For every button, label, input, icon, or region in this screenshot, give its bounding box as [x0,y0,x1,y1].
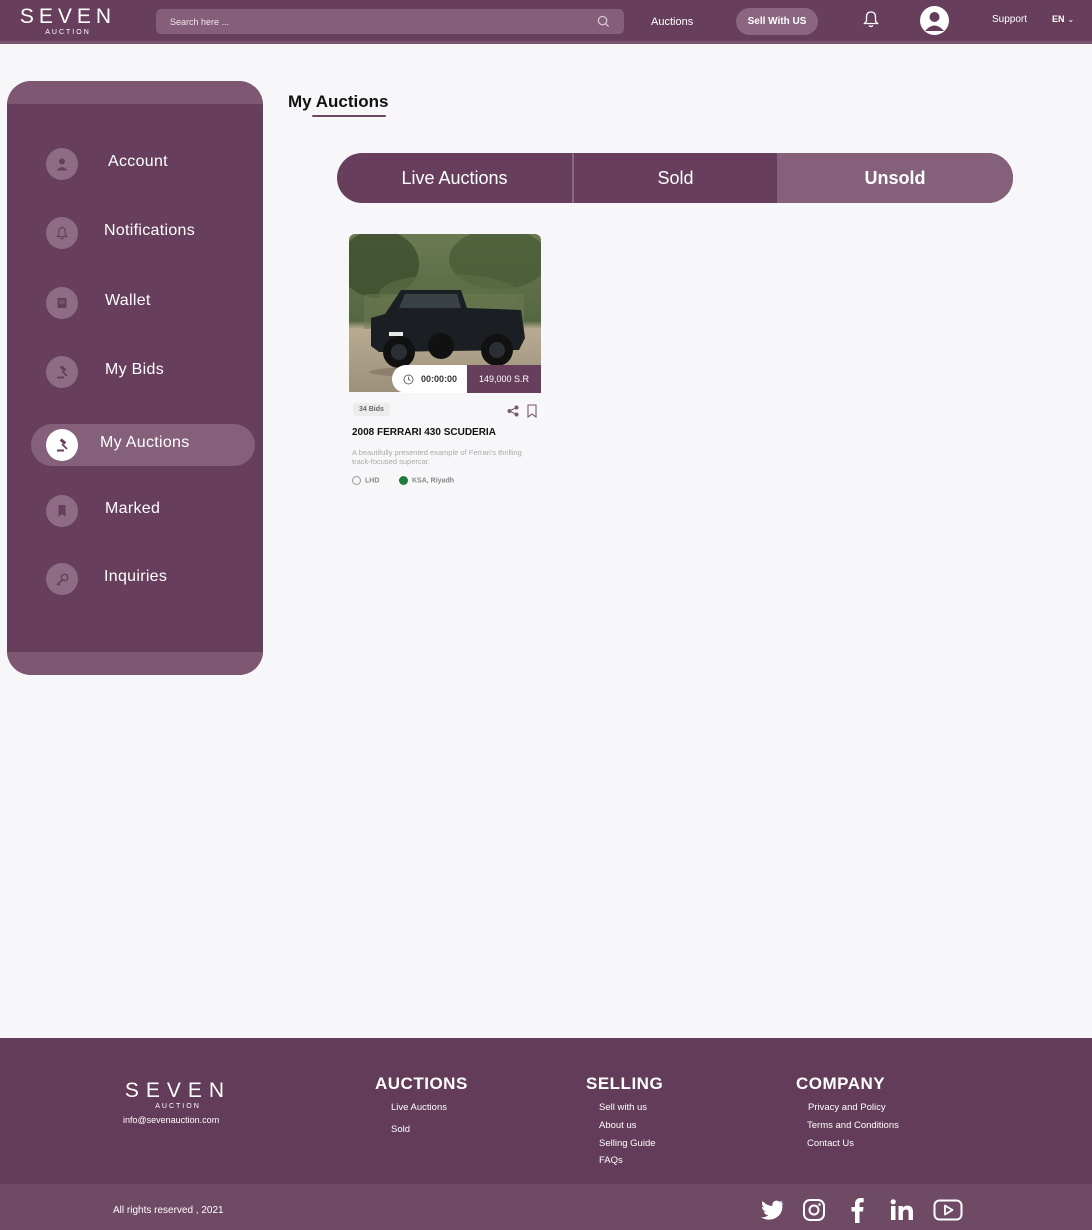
bookmark-icon[interactable] [527,404,537,418]
sidebar-item-label: My Bids [105,361,164,378]
clock-icon [403,374,414,385]
footer-heading-auctions: AUCTIONS [375,1074,468,1093]
user-icon [46,148,78,180]
footer-logo[interactable]: SEVEN AUCTION [123,1080,233,1112]
footer-heading-selling: SELLING [586,1074,664,1093]
youtube-icon[interactable] [932,1197,964,1223]
instagram-icon[interactable] [800,1197,828,1223]
language-label: EN [1052,14,1065,24]
footer-email[interactable]: info@sevenauction.com [123,1115,219,1125]
sidebar-item-account[interactable]: Account [31,143,255,185]
saudi-flag-icon [399,476,408,485]
search-input[interactable] [156,9,624,34]
notification-bell-icon[interactable] [862,10,880,29]
copyright-text: All rights reserved , 2021 [113,1205,224,1216]
sidebar-item-label: Inquiries [104,568,168,585]
footer-link-sold[interactable]: Sold [391,1124,410,1135]
sidebar-item-notifications[interactable]: Notifications [31,212,255,254]
twitter-icon[interactable] [758,1197,786,1223]
auction-status-tabs: Live Auctions Sold Unsold [337,153,1013,203]
footer-link-sell-with-us[interactable]: Sell with us [599,1102,647,1113]
tab-unsold[interactable]: Unsold [777,153,1013,203]
tab-live-auctions[interactable]: Live Auctions [337,153,574,203]
steering-label: LHD [365,477,380,485]
footer-heading-company: COMPANY [796,1074,886,1093]
countdown-timer: 00:00:00 [392,365,468,393]
sell-with-us-button[interactable]: Sell With US [736,8,818,35]
location-info: KSA, Riyadh [399,476,454,485]
sidebar-item-label: Marked [105,500,161,517]
footer-link-privacy[interactable]: Privacy and Policy [808,1102,886,1113]
timer-value: 00:00:00 [421,374,458,384]
price-tag: 149,000 S.R [467,365,541,393]
bell-icon [46,217,78,249]
brand-sub: AUCTION [45,29,91,36]
footer-link-contact[interactable]: Contact Us [807,1138,854,1149]
account-sidebar: Account Notifications Wallet My Bids My … [7,81,263,675]
footer-brand-sub: AUCTION [155,1103,201,1110]
tab-sold[interactable]: Sold [574,153,777,203]
language-selector[interactable]: EN ⌄ [1052,14,1074,24]
search-box [156,9,624,34]
site-footer: SEVEN AUCTION info@sevenauction.com AUCT… [0,1038,1092,1230]
car-description: A beautifully presented example of Ferra… [352,448,522,466]
footer-link-faqs[interactable]: FAQs [599,1155,623,1166]
gavel-icon [46,356,78,388]
steering-wheel-icon [352,476,361,485]
support-link[interactable]: Support [992,14,1027,25]
sidebar-item-my-bids[interactable]: My Bids [31,351,255,393]
nav-auctions-link[interactable]: Auctions [651,16,693,28]
sidebar-item-label: Notifications [104,222,196,239]
brand-name: SEVEN [19,5,117,28]
share-icon[interactable] [507,405,519,417]
wallet-icon [46,287,78,319]
bookmark-icon [46,495,78,527]
avatar-user-icon [925,12,944,31]
footer-link-about-us[interactable]: About us [599,1120,637,1131]
top-header: SEVEN AUCTION Auctions Sell With US Supp… [0,0,1092,44]
sidebar-item-label: Wallet [105,292,151,309]
sidebar-item-marked[interactable]: Marked [31,490,255,532]
sidebar-item-label: Account [108,153,168,170]
facebook-icon[interactable] [843,1197,871,1223]
bids-count-badge: 34 Bids [353,403,390,416]
auction-card[interactable]: 00:00:00 149,000 S.R 34 Bids 2008 FERRAR… [349,234,541,494]
brand-logo[interactable]: SEVEN AUCTION [18,6,118,37]
page-title: My Auctions [288,92,389,111]
footer-link-selling-guide[interactable]: Selling Guide [599,1138,656,1149]
user-avatar[interactable] [920,6,949,35]
steering-info: LHD [352,476,379,485]
sidebar-bottom-band [7,652,263,675]
sidebar-item-inquiries[interactable]: Inquiries [31,558,255,600]
search-icon[interactable] [597,15,610,28]
location-label: KSA, Riyadh [412,477,455,485]
footer-brand-name: SEVEN [124,1079,232,1102]
title-underline [312,115,386,117]
key-icon [46,563,78,595]
gavel-icon [46,429,78,461]
linkedin-icon[interactable] [888,1197,916,1223]
sidebar-item-label: My Auctions [100,434,190,451]
footer-link-terms[interactable]: Terms and Conditions [807,1120,899,1131]
sidebar-item-my-auctions[interactable]: My Auctions [31,424,255,466]
car-title[interactable]: 2008 FERRARI 430 SCUDERIA [352,427,496,438]
sidebar-top-band [7,81,263,104]
chevron-down-icon: ⌄ [1067,15,1075,24]
sidebar-item-wallet[interactable]: Wallet [31,282,255,324]
footer-link-live-auctions[interactable]: Live Auctions [391,1102,447,1113]
